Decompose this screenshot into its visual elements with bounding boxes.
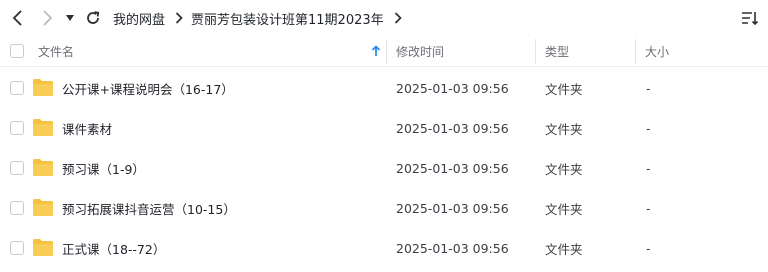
file-modified: 2025-01-03 09:56 — [396, 240, 509, 256]
file-size: - — [646, 160, 651, 176]
file-type: 文件夹 — [545, 121, 583, 137]
file-size: - — [646, 80, 651, 96]
folder-icon — [33, 79, 53, 96]
file-name[interactable]: 公开课+课程说明会（16-17） — [62, 68, 234, 108]
forward-button[interactable] — [37, 8, 57, 28]
chevron-right-icon — [43, 10, 53, 26]
table-row[interactable]: 预习拓展课抖音运营（10-15） 2025-01-03 09:56 文件夹 - — [0, 188, 768, 228]
table-row[interactable]: 课件素材 2025-01-03 09:56 文件夹 - — [0, 108, 768, 148]
file-type: 文件夹 — [545, 201, 583, 217]
file-type: 文件夹 — [545, 81, 583, 97]
breadcrumb-item-home[interactable]: 我的网盘 — [113, 9, 165, 28]
column-type[interactable]: 类型 — [545, 36, 569, 66]
table-row[interactable]: 公开课+课程说明会（16-17） 2025-01-03 09:56 文件夹 - — [0, 68, 768, 108]
refresh-icon — [87, 11, 100, 24]
folder-icon — [33, 239, 53, 256]
select-all-checkbox[interactable] — [10, 36, 24, 66]
row-checkbox[interactable] — [10, 108, 24, 148]
chevron-right-icon[interactable] — [394, 12, 402, 24]
file-name[interactable]: 课件素材 — [62, 108, 112, 148]
history-dropdown[interactable] — [62, 8, 78, 28]
file-modified: 2025-01-03 09:56 — [396, 120, 509, 136]
table-row[interactable]: 正式课（18--72） 2025-01-03 09:56 文件夹 - — [0, 228, 768, 268]
file-size: - — [646, 120, 651, 136]
file-modified: 2025-01-03 09:56 — [396, 80, 509, 96]
column-modified[interactable]: 修改时间 — [396, 36, 444, 66]
back-button[interactable] — [8, 8, 28, 28]
toolbar: 我的网盘 贾丽芳包装设计班第11期2023年 — [0, 0, 768, 36]
row-checkbox[interactable] — [10, 228, 24, 268]
row-checkbox[interactable] — [10, 148, 24, 188]
file-size: - — [646, 240, 651, 256]
column-divider[interactable] — [386, 39, 387, 64]
breadcrumb-item-folder[interactable]: 贾丽芳包装设计班第11期2023年 — [191, 9, 384, 28]
file-list-header: 文件名 修改时间 类型 大小 — [0, 36, 768, 67]
view-sort-button[interactable] — [740, 8, 760, 28]
file-type: 文件夹 — [545, 241, 583, 257]
file-name[interactable]: 预习拓展课抖音运营（10-15） — [62, 188, 236, 228]
file-name[interactable]: 预习课（1-9） — [62, 148, 145, 188]
column-name[interactable]: 文件名 — [38, 36, 74, 66]
file-type: 文件夹 — [545, 161, 583, 177]
folder-icon — [33, 119, 53, 136]
file-modified: 2025-01-03 09:56 — [396, 200, 509, 216]
chevron-right-icon — [175, 12, 183, 24]
refresh-button[interactable] — [83, 8, 103, 28]
arrow-up-icon[interactable] — [371, 36, 381, 66]
caret-down-icon — [66, 15, 74, 21]
row-checkbox[interactable] — [10, 68, 24, 108]
column-size[interactable]: 大小 — [645, 36, 669, 66]
file-modified: 2025-01-03 09:56 — [396, 160, 509, 176]
sort-list-icon — [742, 12, 759, 26]
column-divider[interactable] — [635, 39, 636, 64]
folder-icon — [33, 199, 53, 216]
column-divider[interactable] — [535, 39, 536, 64]
table-row[interactable]: 预习课（1-9） 2025-01-03 09:56 文件夹 - — [0, 148, 768, 188]
breadcrumb: 我的网盘 贾丽芳包装设计班第11期2023年 — [113, 0, 410, 36]
folder-icon — [33, 159, 53, 176]
chevron-left-icon — [12, 10, 22, 26]
row-checkbox[interactable] — [10, 188, 24, 228]
file-size: - — [646, 200, 651, 216]
file-name[interactable]: 正式课（18--72） — [62, 228, 165, 268]
